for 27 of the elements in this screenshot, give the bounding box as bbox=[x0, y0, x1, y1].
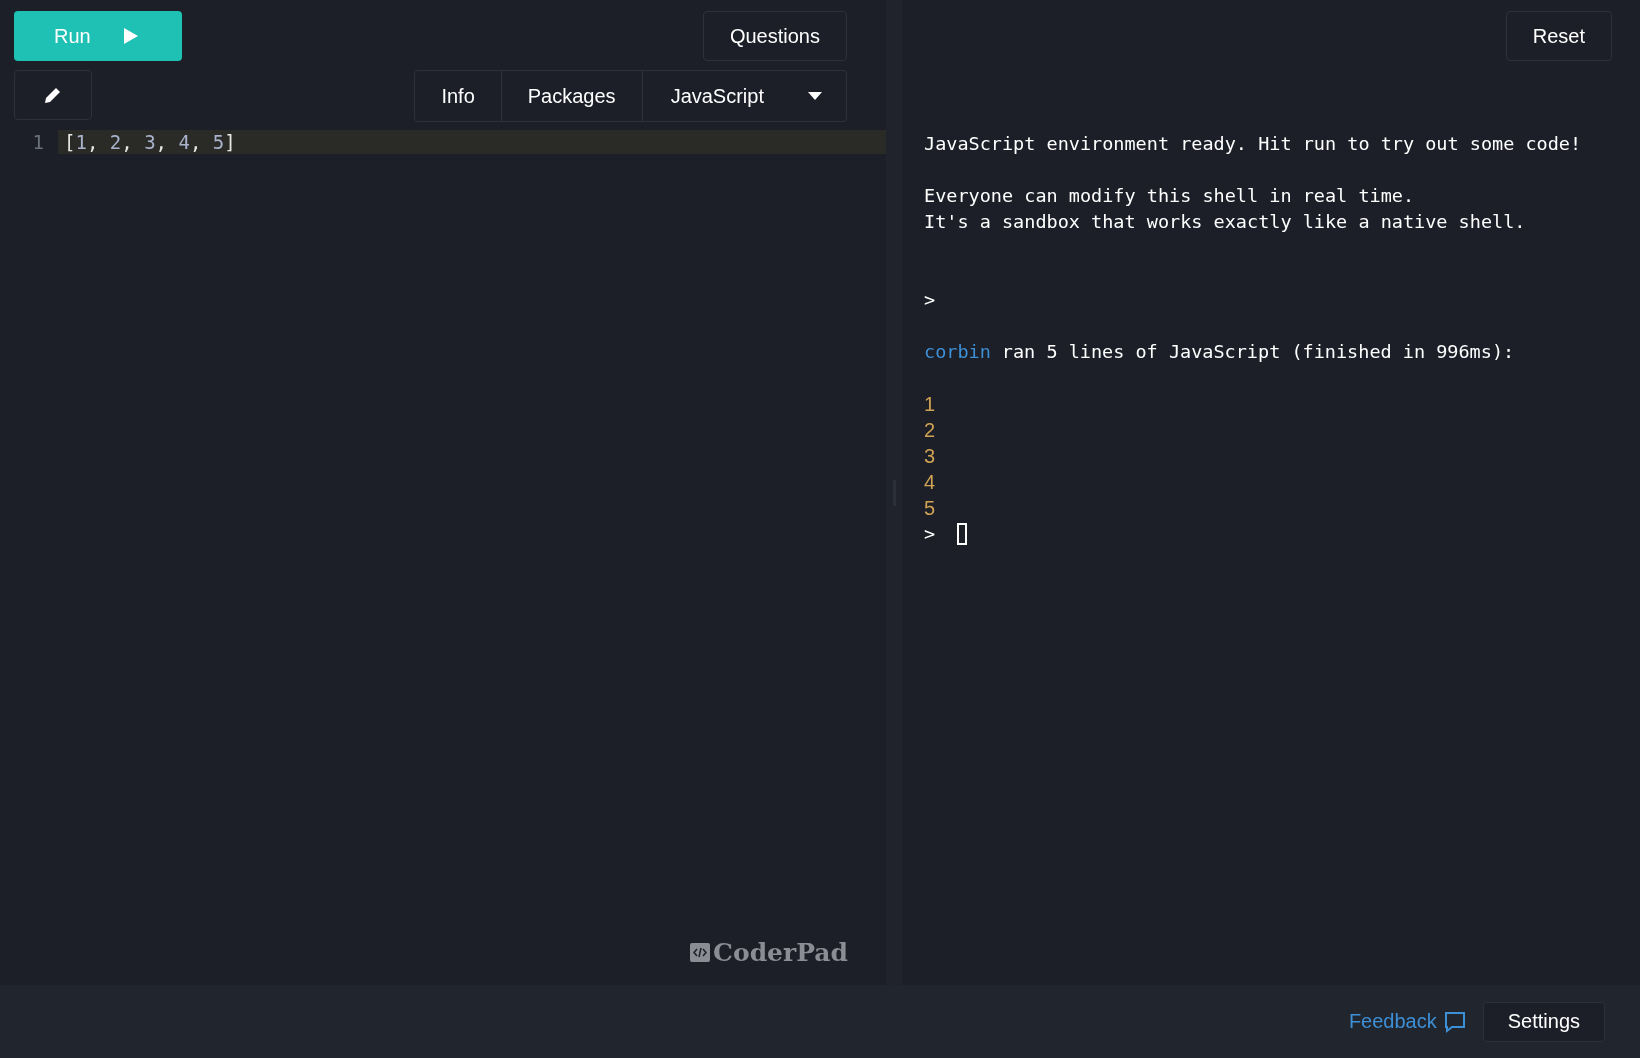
editor-tab[interactable]: Info bbox=[415, 71, 502, 121]
prompt-symbol: > bbox=[924, 288, 936, 312]
output-value: 4 bbox=[924, 470, 936, 495]
language-dropdown[interactable]: JavaScript bbox=[642, 71, 846, 121]
output-value: 3 bbox=[924, 444, 936, 469]
output-value: 2 bbox=[924, 418, 936, 443]
chat-bubble-icon bbox=[1442, 1009, 1467, 1034]
settings-button[interactable]: Settings bbox=[1482, 1001, 1605, 1042]
prompt-symbol: > bbox=[924, 522, 936, 546]
edit-button[interactable] bbox=[14, 70, 92, 120]
feedback-link[interactable]: Feedback bbox=[1348, 1009, 1467, 1034]
play-icon bbox=[122, 27, 139, 45]
user-name: corbin bbox=[924, 340, 991, 364]
console-text: Everyone can modify this shell in real time. bbox=[924, 184, 1415, 208]
editor-tab[interactable]: Packages bbox=[501, 71, 643, 121]
output-value: 1 bbox=[924, 392, 936, 417]
logo-text: CoderPad bbox=[713, 938, 848, 967]
console-text: ran 5 lines of JavaScript (finished in 996ms): bbox=[1001, 340, 1515, 364]
code-icon bbox=[690, 943, 711, 962]
console-text: JavaScript environment ready. Hit run to try out some code! bbox=[924, 132, 1582, 156]
output-value: 5 bbox=[924, 496, 936, 521]
line-number: 1 bbox=[31, 131, 45, 153]
pencil-icon bbox=[43, 85, 63, 105]
console-text: It's a sandbox that works exactly like a native shell. bbox=[924, 210, 1526, 234]
caret-icon bbox=[808, 92, 822, 100]
reset-button[interactable]: Reset bbox=[1505, 11, 1612, 61]
questions-button[interactable]: Questions bbox=[702, 11, 847, 61]
